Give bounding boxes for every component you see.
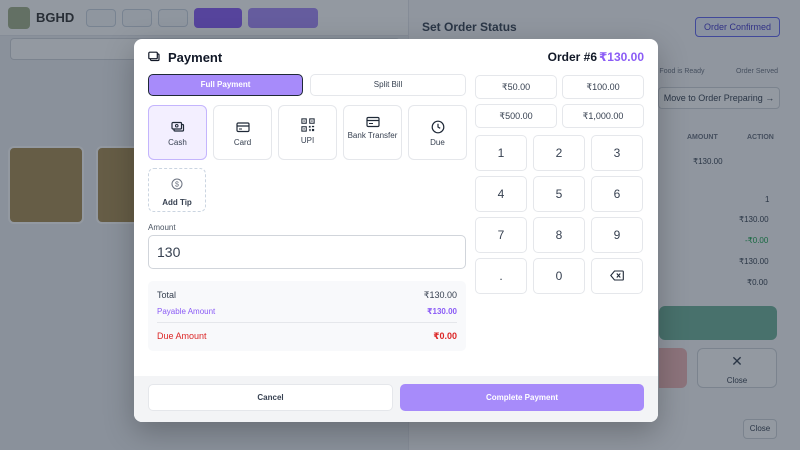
keypad-7[interactable]: 7 xyxy=(475,217,527,253)
method-label: UPI xyxy=(300,136,315,145)
quick-amount-500[interactable]: ₹500.00 xyxy=(475,104,557,128)
method-label: Cash xyxy=(168,138,187,147)
keypad-2[interactable]: 2 xyxy=(533,135,585,171)
method-card[interactable]: Card xyxy=(213,105,272,160)
card-icon xyxy=(235,122,250,133)
method-label: Due xyxy=(430,138,445,147)
add-tip-label: Add Tip xyxy=(162,198,192,207)
payment-icon xyxy=(148,51,160,62)
complete-payment-button[interactable]: Complete Payment xyxy=(400,384,644,411)
keypad-9[interactable]: 9 xyxy=(591,217,643,253)
method-label: Bank Transfer xyxy=(347,131,398,140)
keypad-decimal[interactable]: . xyxy=(475,258,527,294)
amount-input[interactable] xyxy=(148,235,466,269)
quick-amount-50[interactable]: ₹50.00 xyxy=(475,75,557,99)
quick-amount-1000[interactable]: ₹1,000.00 xyxy=(562,104,644,128)
modal-header: Payment Order #6 ₹130.00 xyxy=(134,39,658,75)
keypad-5[interactable]: 5 xyxy=(533,176,585,212)
tab-split-bill[interactable]: Split Bill xyxy=(310,74,466,96)
payable-label: Payable Amount xyxy=(157,307,216,316)
qr-icon xyxy=(300,118,315,132)
order-amount: ₹130.00 xyxy=(598,50,644,64)
tab-full-payment[interactable]: Full Payment xyxy=(148,74,303,96)
due-label: Due Amount xyxy=(157,331,207,341)
payment-summary: Total ₹130.00 Payable Amount ₹130.00 Due… xyxy=(148,281,466,351)
keypad-6[interactable]: 6 xyxy=(591,176,643,212)
total-label: Total xyxy=(157,290,177,300)
payment-modal: Payment Order #6 ₹130.00 Full Payment Sp… xyxy=(134,39,658,422)
keypad-3[interactable]: 3 xyxy=(591,135,643,171)
method-cash[interactable]: Cash xyxy=(148,105,207,160)
keypad-backspace[interactable] xyxy=(591,258,643,294)
keypad-1[interactable]: 1 xyxy=(475,135,527,171)
method-bank-transfer[interactable]: Bank Transfer xyxy=(343,105,402,160)
order-number: Order #6 xyxy=(547,50,597,64)
cancel-button[interactable]: Cancel xyxy=(148,384,393,411)
modal-title: Payment xyxy=(168,50,223,65)
backspace-icon xyxy=(610,270,624,281)
payable-value: ₹130.00 xyxy=(426,307,457,316)
keypad-8[interactable]: 8 xyxy=(533,217,585,253)
keypad-0[interactable]: 0 xyxy=(533,258,585,294)
method-upi[interactable]: UPI xyxy=(278,105,337,160)
method-label: Card xyxy=(233,138,252,147)
method-due[interactable]: Due xyxy=(408,105,467,160)
summary-divider xyxy=(157,322,457,323)
coin-icon: $ xyxy=(171,178,183,190)
bank-icon xyxy=(365,116,380,128)
cash-icon xyxy=(170,121,184,132)
amount-label: Amount xyxy=(148,223,176,232)
total-value: ₹130.00 xyxy=(423,290,457,300)
svg-text:$: $ xyxy=(175,182,179,189)
add-tip-button[interactable]: $ Add Tip xyxy=(148,168,206,212)
keypad-4[interactable]: 4 xyxy=(475,176,527,212)
due-value: ₹0.00 xyxy=(433,331,457,341)
clock-icon xyxy=(431,120,444,134)
quick-amount-100[interactable]: ₹100.00 xyxy=(562,75,644,99)
